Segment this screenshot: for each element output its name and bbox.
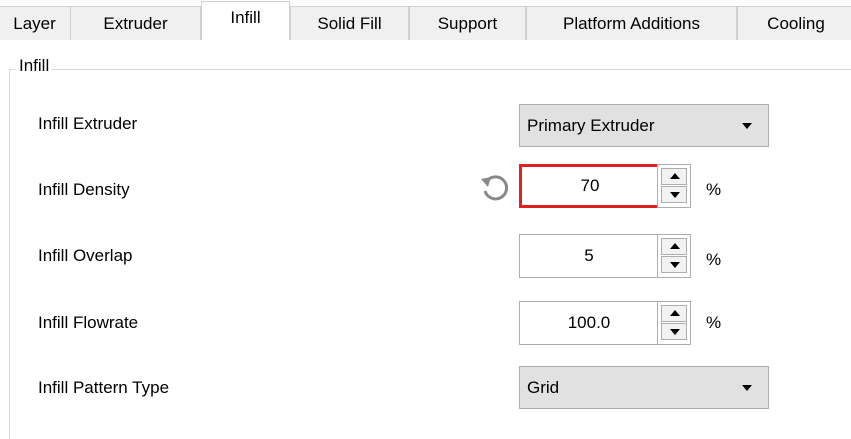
stepper-up-button[interactable] bbox=[661, 305, 687, 322]
arrow-up-icon bbox=[670, 310, 680, 316]
infill-flowrate-label: Infill Flowrate bbox=[38, 313, 139, 332]
infill-density-value: 70 bbox=[580, 176, 600, 195]
infill-overlap-value: 5 bbox=[584, 246, 594, 265]
infill-overlap-label: Infill Overlap bbox=[38, 246, 133, 265]
tab-label: Layer bbox=[13, 13, 56, 33]
tab-layer[interactable]: Layer bbox=[0, 6, 71, 40]
infill-flowrate-unit: % bbox=[706, 313, 722, 332]
infill-overlap-unit: % bbox=[706, 250, 722, 269]
infill-density-stepper[interactable] bbox=[657, 164, 691, 208]
infill-pattern-type-dropdown[interactable]: Grid bbox=[519, 366, 769, 409]
tab-label: Extruder bbox=[103, 13, 168, 33]
stepper-down-button[interactable] bbox=[661, 256, 687, 273]
tab-label: Solid Fill bbox=[317, 13, 382, 33]
tab-platform-additions[interactable]: Platform Additions bbox=[526, 6, 737, 40]
infill-density-unit: % bbox=[706, 180, 722, 199]
arrow-up-icon bbox=[670, 243, 680, 249]
stepper-down-button[interactable] bbox=[661, 323, 687, 340]
tab-cooling[interactable]: Cooling bbox=[737, 6, 851, 40]
arrow-down-icon bbox=[670, 192, 680, 198]
infill-pattern-type-label: Infill Pattern Type bbox=[38, 378, 170, 397]
infill-overlap-stepper[interactable] bbox=[657, 234, 691, 278]
chevron-down-icon bbox=[742, 123, 752, 129]
infill-density-label: Infill Density bbox=[38, 180, 130, 199]
infill-extruder-dropdown[interactable]: Primary Extruder bbox=[519, 104, 769, 147]
infill-flowrate-input[interactable]: 100.0 bbox=[519, 301, 659, 345]
tab-support[interactable]: Support bbox=[409, 6, 526, 40]
chevron-down-icon bbox=[742, 385, 752, 391]
arrow-up-icon bbox=[670, 173, 680, 179]
tab-label: Platform Additions bbox=[562, 13, 700, 33]
infill-flowrate-stepper[interactable] bbox=[657, 301, 691, 345]
tab-bar: Layer Extruder Infill Solid Fill Support… bbox=[0, 0, 851, 40]
tab-solid-fill[interactable]: Solid Fill bbox=[290, 6, 409, 40]
tab-label: Cooling bbox=[767, 13, 825, 33]
infill-pattern-type-value: Grid bbox=[527, 377, 560, 397]
stepper-up-button[interactable] bbox=[661, 238, 687, 255]
infill-flowrate-value: 100.0 bbox=[567, 313, 611, 332]
reset-icon[interactable] bbox=[478, 171, 512, 205]
infill-extruder-value: Primary Extruder bbox=[527, 115, 655, 135]
group-title: Infill bbox=[16, 56, 53, 76]
arrow-down-icon bbox=[670, 262, 680, 268]
stepper-down-button[interactable] bbox=[661, 186, 687, 203]
tab-extruder[interactable]: Extruder bbox=[70, 6, 201, 40]
stepper-up-button[interactable] bbox=[661, 168, 687, 185]
infill-extruder-label: Infill Extruder bbox=[38, 114, 138, 133]
infill-overlap-input[interactable]: 5 bbox=[519, 234, 659, 278]
tab-label: Infill bbox=[230, 8, 261, 27]
tab-infill[interactable]: Infill bbox=[201, 1, 290, 40]
infill-density-input[interactable]: 70 bbox=[519, 164, 661, 208]
arrow-down-icon bbox=[670, 329, 680, 335]
tab-label: Support bbox=[437, 13, 498, 33]
